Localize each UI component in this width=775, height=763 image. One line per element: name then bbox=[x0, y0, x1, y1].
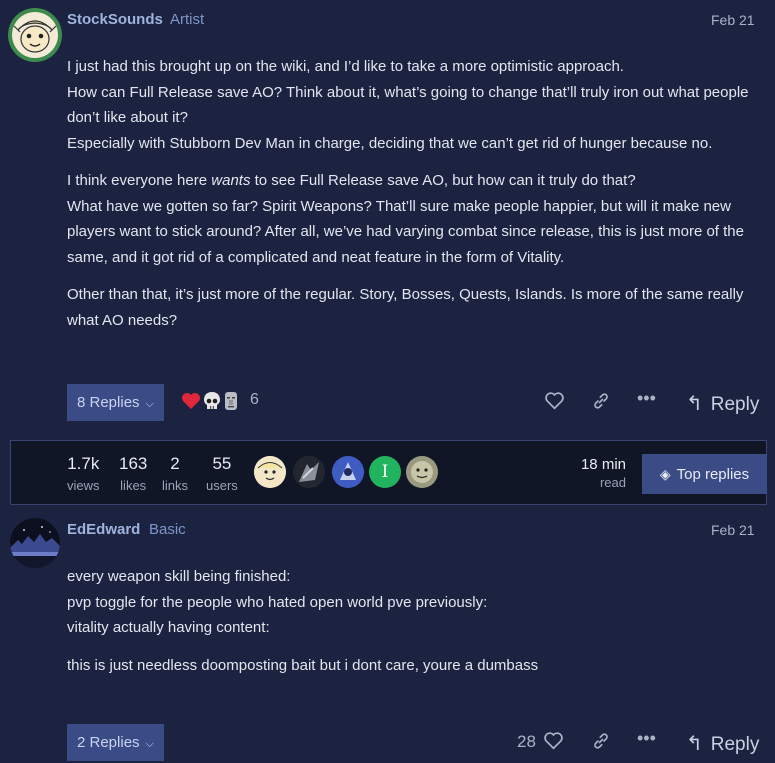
topic-map: 1.7k views 163 likes 2 links 55 users I … bbox=[10, 440, 767, 505]
avatar-initial: I bbox=[381, 462, 389, 482]
post-date[interactable]: Feb 21 bbox=[711, 522, 755, 538]
links-count: 2 bbox=[170, 454, 180, 473]
avatar[interactable] bbox=[8, 8, 62, 62]
replies-label: 8 Replies bbox=[77, 394, 140, 411]
post-text: vitality actually having content: bbox=[67, 619, 270, 636]
avatar-image bbox=[254, 456, 286, 488]
participant-avatar[interactable] bbox=[406, 456, 438, 488]
avatar-image bbox=[332, 456, 364, 488]
reply-button[interactable]: ↰ Reply bbox=[686, 731, 759, 756]
more-icon: ••• bbox=[637, 388, 656, 408]
post-text: Other than that, it’s just more of the r… bbox=[67, 286, 744, 329]
read-time-value: 18 min bbox=[580, 456, 626, 473]
replies-button[interactable]: 8 Replies ⌵ bbox=[67, 384, 164, 421]
heart-icon bbox=[543, 732, 563, 750]
reaction-count: 6 bbox=[250, 391, 259, 408]
avatar-image bbox=[10, 518, 60, 568]
reply-label: Reply bbox=[710, 394, 760, 415]
avatar-image bbox=[8, 8, 62, 62]
post-text: this is just needless doomposting bait b… bbox=[67, 656, 539, 674]
share-link-button[interactable] bbox=[591, 732, 611, 755]
reply-button[interactable]: ↰ Reply bbox=[686, 391, 759, 416]
post-body: I just had this brought up on the wiki, … bbox=[67, 54, 757, 333]
post-text: What have we gotten so far? Spirit Weapo… bbox=[67, 197, 744, 266]
users-stat: 55 users bbox=[206, 454, 238, 493]
post-text: pvp toggle for the people who hated open… bbox=[67, 593, 488, 611]
participant-avatar[interactable]: I bbox=[369, 456, 401, 488]
post-text: How can Full Release save AO? Think abou… bbox=[67, 83, 749, 127]
avatar-image bbox=[406, 456, 438, 488]
avatar[interactable] bbox=[10, 518, 60, 568]
participant-avatar[interactable] bbox=[254, 456, 286, 488]
paragraph: every weapon skill being finished: pvp to… bbox=[67, 564, 757, 641]
skull-emoji bbox=[204, 392, 220, 409]
reply-arrow-icon: ↰ bbox=[686, 733, 703, 755]
reactions[interactable] bbox=[181, 391, 239, 411]
paragraph: I think everyone here wants to see Full … bbox=[67, 168, 757, 270]
reply-label: Reply bbox=[710, 734, 760, 755]
links-label: links bbox=[162, 478, 189, 493]
user-title: Artist bbox=[170, 11, 205, 28]
chevron-down-icon: ⌵ bbox=[145, 398, 154, 410]
top-replies-label: Top replies bbox=[676, 466, 750, 483]
top-replies-button[interactable]: ◈ Top replies bbox=[642, 454, 767, 494]
avatar-image bbox=[293, 456, 325, 488]
more-icon: ••• bbox=[637, 728, 656, 748]
post-body: every weapon skill being finished: pvp to… bbox=[67, 564, 757, 678]
like-button[interactable] bbox=[544, 391, 565, 415]
paragraph: Other than that, it’s just more of the r… bbox=[67, 282, 757, 333]
post-date[interactable]: Feb 21 bbox=[711, 12, 755, 28]
chevron-down-icon: ⌵ bbox=[145, 738, 154, 750]
participant-avatar[interactable] bbox=[332, 456, 364, 488]
participant-avatar[interactable] bbox=[293, 456, 325, 488]
users-count: 55 bbox=[212, 454, 232, 473]
username[interactable]: StockSounds bbox=[67, 11, 163, 28]
link-icon bbox=[594, 733, 608, 749]
reply-arrow-icon: ↰ bbox=[686, 393, 703, 415]
likes-label: likes bbox=[120, 478, 147, 493]
post-text: to see Full Release save AO, but how can… bbox=[250, 172, 636, 189]
likes-stat: 163 likes bbox=[119, 454, 147, 493]
heart-emoji bbox=[182, 393, 200, 409]
paragraph: I just had this brought up on the wiki, … bbox=[67, 54, 757, 156]
post-text: Especially with Stubborn Dev Man in char… bbox=[67, 134, 713, 152]
more-button[interactable]: ••• bbox=[637, 728, 656, 749]
more-button[interactable]: ••• bbox=[637, 388, 656, 409]
users-label: users bbox=[206, 478, 238, 493]
post-text: I just had this brought up on the wiki, … bbox=[67, 58, 624, 75]
heart-icon bbox=[545, 392, 564, 410]
like-count: 28 bbox=[517, 732, 536, 751]
post-text: I think everyone here bbox=[67, 172, 212, 189]
emphasis-text: wants bbox=[211, 172, 251, 189]
views-label: views bbox=[67, 478, 100, 493]
views-count: 1.7k bbox=[67, 454, 100, 473]
views-stat: 1.7k views bbox=[67, 454, 100, 493]
paragraph: this is just needless doomposting bait b… bbox=[67, 653, 757, 679]
username[interactable]: EdEdward bbox=[67, 521, 140, 538]
read-time: 18 min read bbox=[581, 456, 626, 490]
likes-count: 163 bbox=[119, 454, 148, 473]
post-text: every weapon skill being finished: bbox=[67, 568, 291, 585]
links-stat[interactable]: 2 links bbox=[162, 454, 188, 493]
moai-emoji bbox=[225, 392, 237, 410]
user-title: Basic bbox=[149, 521, 186, 538]
replies-label: 2 Replies bbox=[77, 734, 140, 751]
read-time-label: read bbox=[599, 475, 626, 490]
like-button[interactable]: 28 bbox=[517, 731, 564, 752]
link-icon bbox=[594, 393, 608, 409]
replies-button[interactable]: 2 Replies ⌵ bbox=[67, 724, 164, 761]
share-link-button[interactable] bbox=[591, 392, 611, 415]
layers-icon: ◈ bbox=[659, 466, 671, 482]
